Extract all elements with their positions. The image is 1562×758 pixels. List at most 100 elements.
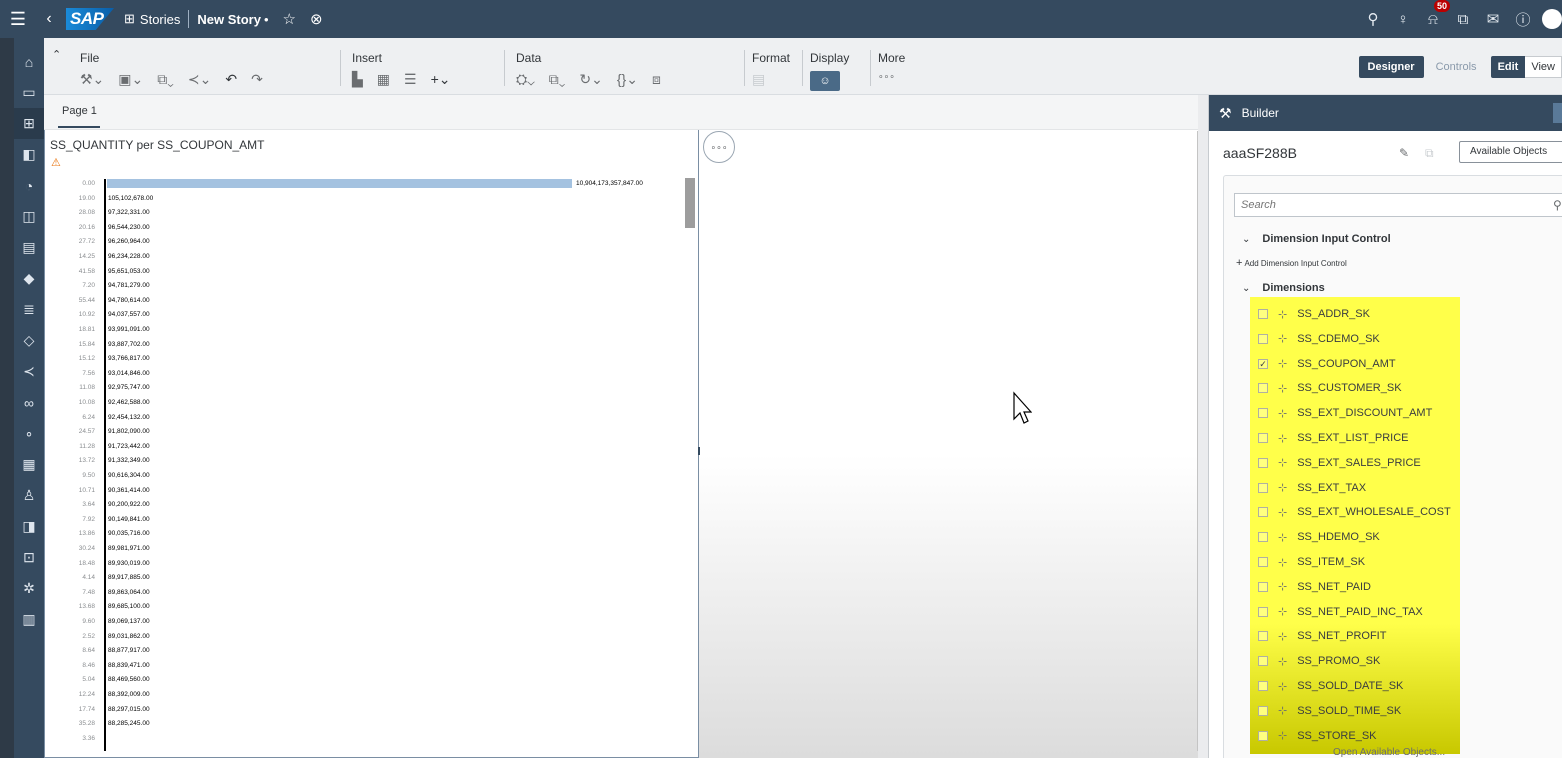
refresh-icon[interactable]: ↻⌄ <box>579 71 602 88</box>
dimension-checkbox[interactable] <box>1258 532 1268 543</box>
digital-boardroom-icon[interactable]: ◔ <box>14 170 44 201</box>
back-icon[interactable]: ‹ <box>36 10 62 28</box>
dimension-item[interactable]: ⊹ SS_EXT_TAX <box>1258 478 1366 498</box>
add-icon[interactable]: +⌄ <box>431 71 451 88</box>
search-icon[interactable]: ⚲ <box>1358 10 1388 28</box>
dimension-checkbox[interactable] <box>1258 656 1268 667</box>
lightbulb-icon[interactable]: ♀ <box>1388 11 1418 28</box>
dimension-item[interactable]: ⊹ SS_NET_PROFIT <box>1258 626 1386 646</box>
security-lock-icon[interactable]: ⊡ <box>14 542 44 573</box>
dimension-checkbox[interactable] <box>1258 631 1268 642</box>
dimension-checkbox[interactable] <box>1258 557 1268 567</box>
table-icon[interactable]: ▦ <box>377 71 390 88</box>
dimensions-header[interactable]: ⌄ Dimensions <box>1242 282 1325 294</box>
dimension-item[interactable]: ⊹ SS_EXT_LIST_PRICE <box>1258 428 1409 448</box>
dimension-item[interactable]: ✓ ⊹ SS_COUPON_AMT <box>1258 354 1396 374</box>
undo-icon[interactable]: ↶ <box>225 71 237 88</box>
dimension-item[interactable]: ⊹ SS_NET_PAID <box>1258 577 1371 597</box>
input-control-icon[interactable]: ☰ <box>404 71 417 88</box>
search-field[interactable]: ⚲ <box>1234 193 1562 217</box>
story-canvas[interactable]: Page 1 SS_QUANTITY per SS_COUPON_AMT ⚠ 0… <box>44 95 1208 758</box>
discussions-icon[interactable]: ⧉ <box>1448 11 1478 28</box>
workflow-icon[interactable]: ∘ <box>14 418 44 449</box>
page-tab[interactable]: Page 1 <box>62 105 97 117</box>
chart-scrollbar-thumb[interactable] <box>685 178 695 228</box>
users-icon[interactable]: ♙ <box>14 480 44 511</box>
dimension-checkbox[interactable] <box>1258 457 1268 468</box>
dimension-item[interactable]: ⊹ SS_CDEMO_SK <box>1258 329 1380 349</box>
tools-icon[interactable]: ⚒⌄ <box>80 71 104 88</box>
view-mode-button[interactable]: View <box>1525 56 1562 78</box>
chart-tile[interactable]: SS_QUANTITY per SS_COUPON_AMT ⚠ 0.00 10,9… <box>44 130 699 758</box>
sap-logo[interactable]: SAP <box>66 8 114 30</box>
catalog-icon[interactable]: ▤ <box>14 232 44 263</box>
save-icon[interactable]: ▣⌄ <box>118 71 143 88</box>
analytic-applications-icon[interactable]: ◧ <box>14 139 44 170</box>
data-analyzer-icon[interactable]: ◫ <box>14 201 44 232</box>
resize-handle[interactable] <box>698 447 700 455</box>
chart-icon[interactable]: ▙ <box>352 71 363 88</box>
stories-nav-icon[interactable]: ⊞ <box>14 108 44 139</box>
home-icon[interactable]: ⌂ <box>14 46 44 77</box>
calendar-icon[interactable]: ▦ <box>14 449 44 480</box>
dimension-checkbox[interactable] <box>1258 408 1268 419</box>
close-circle-icon[interactable]: ⊗ <box>310 10 323 28</box>
chevron-down-icon[interactable]: ⌄ <box>1242 234 1250 245</box>
blend-icon[interactable]: ⧉⌄ <box>549 71 566 88</box>
data-bar[interactable] <box>107 179 572 188</box>
explorer-icon[interactable]: ∞ <box>14 387 44 418</box>
dimension-checkbox[interactable] <box>1258 705 1268 716</box>
panel-splitter[interactable] <box>1198 95 1208 758</box>
dimension-item[interactable]: ⊹ SS_ADDR_SK <box>1258 304 1370 324</box>
dimension-item[interactable]: ⊹ SS_PROMO_SK <box>1258 651 1380 671</box>
dimension-checkbox[interactable] <box>1258 581 1268 592</box>
menu-icon[interactable]: ☰ <box>0 9 36 30</box>
system-icon[interactable]: ✲ <box>14 573 44 604</box>
designer-button[interactable]: Designer <box>1358 56 1424 78</box>
dimension-checkbox[interactable] <box>1258 333 1268 344</box>
controls-button[interactable]: Controls <box>1436 61 1477 73</box>
dimension-checkbox[interactable] <box>1258 309 1268 319</box>
dimension-checkbox[interactable] <box>1258 730 1268 741</box>
notifications-bell-icon[interactable]: ⍾ 50 <box>1418 0 1451 28</box>
dimension-item[interactable]: ⊹ SS_SOLD_DATE_SK <box>1258 676 1403 696</box>
content-network-icon[interactable]: ◨ <box>14 511 44 542</box>
redo-icon[interactable]: ↷ <box>251 71 263 88</box>
more-options-icon[interactable]: ∘∘∘ <box>878 71 895 82</box>
search-input[interactable] <box>1235 194 1535 216</box>
open-available-objects-link[interactable]: Open Available Objects... <box>1333 747 1445 758</box>
favorite-star-icon[interactable]: ☆ <box>283 10 296 28</box>
dimension-item[interactable]: ⊹ SS_EXT_WHOLESALE_COST <box>1258 502 1451 522</box>
connections-icon[interactable]: ≺ <box>14 356 44 387</box>
dimension-checkbox[interactable] <box>1258 482 1268 493</box>
dimension-item[interactable]: ⊹ SS_ITEM_SK <box>1258 552 1365 572</box>
panel-pin[interactable] <box>1553 103 1562 123</box>
dimension-checkbox[interactable]: ✓ <box>1258 358 1268 369</box>
dimension-checkbox[interactable] <box>1258 383 1268 394</box>
dimension-item[interactable]: ⊹ SS_NET_PAID_INC_TAX <box>1258 602 1423 622</box>
dimension-checkbox[interactable] <box>1258 507 1268 518</box>
user-avatar[interactable] <box>1542 9 1562 29</box>
edit-model-icon[interactable]: ✎ <box>1399 146 1409 160</box>
dimension-checkbox[interactable] <box>1258 681 1268 691</box>
modeler-icon[interactable]: ◆ <box>14 263 44 294</box>
collapse-toolbar-icon[interactable]: ⌃ <box>52 48 61 61</box>
transport-icon[interactable]: ▥ <box>14 604 44 635</box>
formula-icon[interactable]: {}⌄ <box>617 71 638 88</box>
dimension-input-control-header[interactable]: ⌄ Dimension Input Control <box>1242 233 1391 245</box>
available-objects-button[interactable]: Available Objects <box>1459 141 1562 163</box>
data-view-icon[interactable]: ⧈ <box>652 71 661 88</box>
edit-mode-button[interactable]: Edit <box>1490 56 1526 78</box>
warning-icon[interactable]: ⚠ <box>51 156 61 169</box>
add-dimension-input-control-link[interactable]: + Add Dimension Input Control <box>1236 257 1347 269</box>
dimension-item[interactable]: ⊹ SS_SOLD_TIME_SK <box>1258 701 1401 721</box>
search-icon[interactable]: ⚲ <box>1553 198 1562 212</box>
files-icon[interactable]: ▭ <box>14 77 44 108</box>
dimension-item[interactable]: ⊹ SS_EXT_SALES_PRICE <box>1258 453 1421 473</box>
predictive-icon[interactable]: ◇ <box>14 325 44 356</box>
dimension-checkbox[interactable] <box>1258 606 1268 617</box>
dimension-item[interactable]: ⊹ SS_STORE_SK <box>1258 726 1377 746</box>
tile-more-button[interactable]: ∘∘∘ <box>703 131 735 163</box>
format-icon[interactable]: ▤ <box>752 71 765 88</box>
comment-mode-icon[interactable]: ☺ <box>810 71 840 91</box>
